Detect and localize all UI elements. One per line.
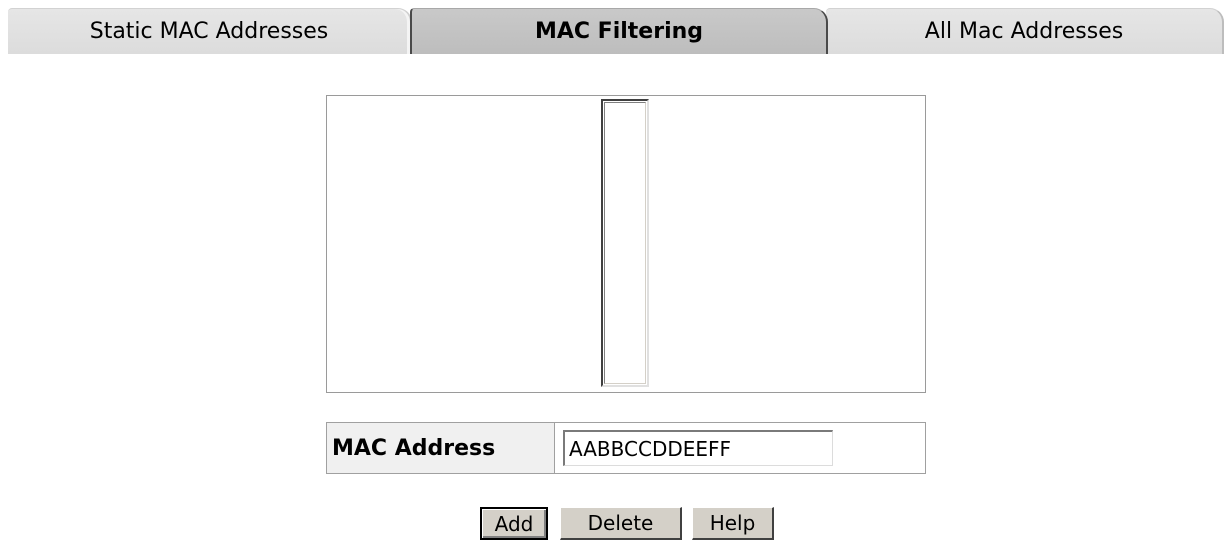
mac-filtering-page: Static MAC Addresses MAC Filtering All M… [0,0,1230,540]
tab-label: All Mac Addresses [924,19,1124,44]
filtered-mac-list-panel [326,95,926,393]
tab-bar: Static MAC Addresses MAC Filtering All M… [0,0,1230,54]
mac-address-input[interactable] [563,430,833,466]
mac-address-label: MAC Address [327,423,555,473]
add-button[interactable]: Add [480,507,548,540]
listbox-inner-frame [604,102,646,384]
help-button[interactable]: Help [692,507,774,540]
filtered-mac-listbox[interactable] [601,99,649,387]
mac-address-value-cell [555,423,925,473]
tab-static-mac-addresses[interactable]: Static MAC Addresses [8,8,412,54]
delete-button[interactable]: Delete [560,507,682,540]
tab-all-mac-addresses[interactable]: All Mac Addresses [826,8,1224,54]
mac-address-row: MAC Address [326,422,926,474]
tab-label: MAC Filtering [534,19,704,44]
tab-label: Static MAC Addresses [89,19,329,44]
tab-mac-filtering[interactable]: MAC Filtering [410,8,828,54]
